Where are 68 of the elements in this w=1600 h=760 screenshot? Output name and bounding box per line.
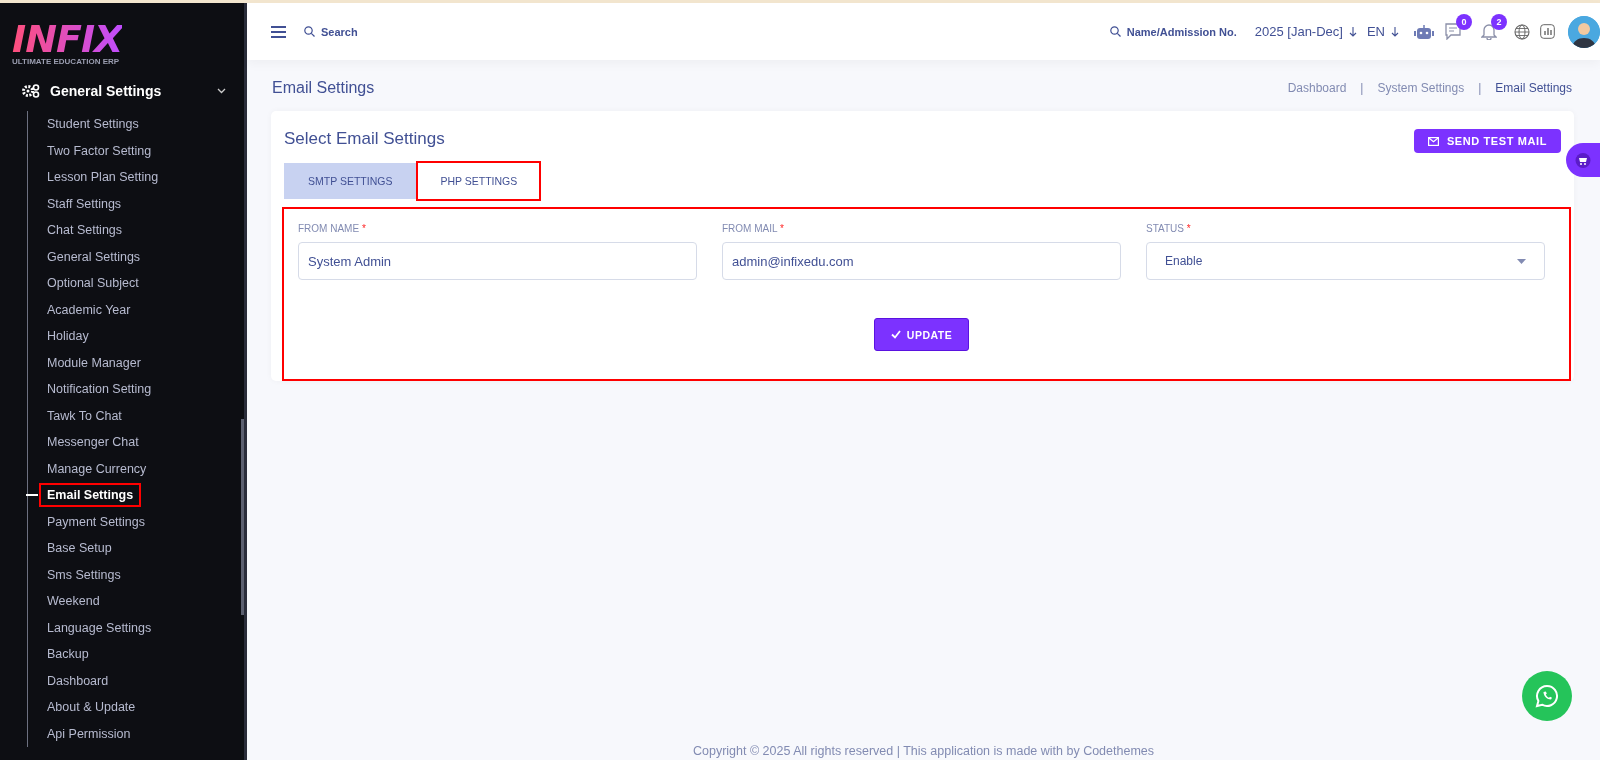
scrollbar-thumb[interactable] (241, 419, 244, 615)
count-badge: 0 (1456, 14, 1472, 30)
globe-icon[interactable] (1514, 23, 1530, 40)
caret-icon (1517, 258, 1526, 264)
sidebar-item[interactable]: Backup (39, 642, 97, 667)
logo-tagline: ULTIMATE EDUCATION ERP (12, 57, 120, 66)
sidebar-item[interactable]: General Settings (39, 244, 149, 269)
input-field[interactable]: admin@infixedu.com (722, 242, 1121, 280)
sidebar-item[interactable]: Manage Currency (39, 456, 155, 481)
sidebar-item[interactable]: Notification Setting (39, 377, 160, 402)
sidebar-item[interactable]: Tawk To Chat (39, 403, 130, 428)
breadcrumb-separator: | (1360, 81, 1364, 95)
sidebar-item[interactable]: Lesson Plan Setting (39, 165, 167, 190)
down-arrow-icon[interactable] (1391, 26, 1399, 37)
cart-icon (1575, 152, 1591, 168)
search-field[interactable]: Search (321, 23, 461, 40)
card-title: Select Email Settings (284, 129, 445, 149)
sidebar-item[interactable]: Staff Settings (39, 191, 130, 216)
language-selector[interactable]: EN (1366, 24, 1385, 39)
cart-button[interactable] (1566, 143, 1600, 177)
send-test-mail-button[interactable]: SEND TEST MAIL (1413, 129, 1561, 153)
envelope-icon (1427, 136, 1439, 146)
sidebar-item[interactable]: Language Settings (39, 615, 160, 640)
sidebar-item[interactable]: Api Permission (39, 721, 139, 746)
sidebar-item[interactable]: Two Factor Setting (39, 138, 160, 163)
update-button[interactable]: UPDATE (873, 318, 970, 351)
chat-icon[interactable] (1444, 23, 1462, 40)
status-dropdown[interactable]: Enable (1146, 242, 1545, 280)
sidebar-item[interactable]: Weekend (39, 589, 108, 614)
chart-icon[interactable] (1540, 24, 1555, 39)
settings-tab[interactable]: SMTP SETTINGS (284, 163, 417, 199)
input-field[interactable]: System Admin (298, 242, 697, 280)
chat-bubble-icon (1535, 684, 1559, 708)
sidebar-item[interactable]: Sms Settings (39, 562, 129, 587)
settings-tab[interactable]: PHP SETTINGS (416, 161, 542, 201)
field-label: STATUS * (1146, 223, 1192, 234)
sidebar-group-header[interactable]: General Settings (0, 75, 244, 107)
search-icon (1109, 26, 1121, 37)
avatar-silhouette[interactable] (1568, 15, 1600, 48)
sidebar-item[interactable]: Module Manager (39, 350, 149, 375)
field-label: FROM MAIL * (722, 223, 785, 234)
down-arrow-icon[interactable] (1348, 26, 1357, 37)
sidebar-item[interactable]: Optional Subject (39, 271, 147, 296)
menu-icon[interactable] (271, 25, 286, 38)
sidebar-item[interactable]: Holiday (39, 324, 97, 349)
sidebar-item[interactable]: Email Settings (39, 483, 142, 508)
sidebar-item[interactable]: Base Setup (39, 536, 120, 561)
sidebar-item[interactable]: Messenger Chat (39, 430, 147, 455)
gears-icon (22, 84, 40, 98)
sidebar-item[interactable]: Student Settings (39, 112, 147, 137)
search-icon (304, 26, 315, 37)
bell-icon[interactable] (1481, 23, 1497, 40)
breadcrumb-separator: | (1478, 81, 1482, 95)
sidebar-item[interactable]: Dashboard (39, 668, 117, 693)
sidebar-item[interactable]: Academic Year (39, 297, 139, 322)
sidebar-item[interactable]: Chat Settings (39, 218, 131, 243)
sidebar-item[interactable]: Payment Settings (39, 509, 153, 534)
session-selector[interactable]: 2025 [Jan-Dec] (1254, 24, 1343, 39)
sidebar-item[interactable]: About & Update (39, 695, 144, 720)
count-badge: 2 (1491, 14, 1507, 30)
field-label: FROM NAME * (298, 223, 367, 234)
robot-icon[interactable] (1414, 23, 1434, 40)
active-marker (26, 494, 38, 496)
footer-text: Copyright © 2025 All rights reserved | This application is made with by Codethemes (691, 744, 1156, 760)
page-title: Email Settings (272, 79, 375, 97)
breadcrumb-link[interactable]: Email Settings (1495, 81, 1572, 95)
student-search-field[interactable]: Name/Admission No. (1126, 23, 1255, 40)
check-icon (890, 329, 901, 339)
